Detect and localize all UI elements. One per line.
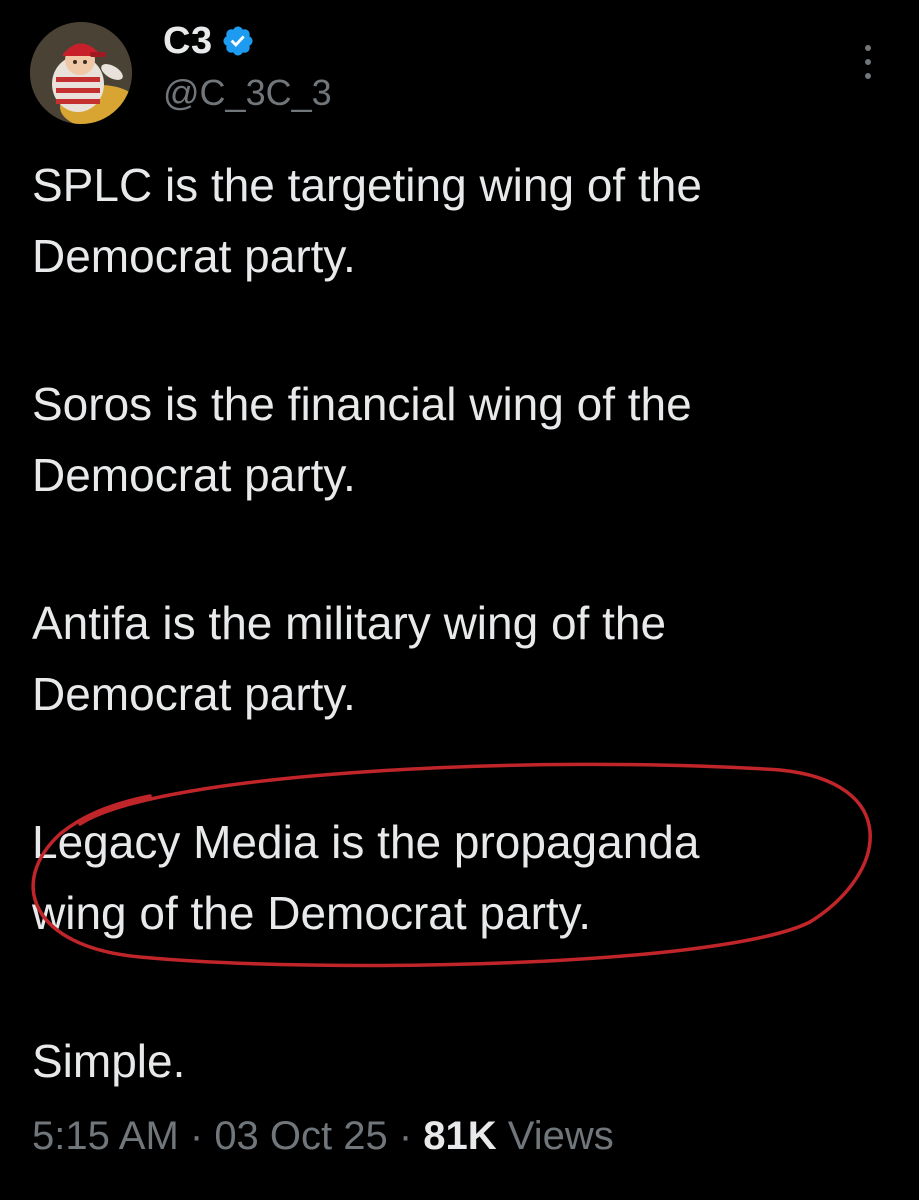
tweet-date[interactable]: 03 Oct 25 xyxy=(214,1114,387,1158)
tweet-text: SPLC is the targeting wing of the Democr… xyxy=(32,150,892,1097)
tweet-paragraph: SPLC is the targeting wing of the Democr… xyxy=(32,159,702,282)
tweet-paragraph: Simple. xyxy=(32,1035,186,1087)
views-count[interactable]: 81K xyxy=(423,1114,496,1158)
meta-separator: · xyxy=(178,1114,215,1158)
avatar-image xyxy=(30,22,132,124)
author-handle[interactable]: @C_3C_3 xyxy=(163,72,332,114)
author-name-row[interactable]: C3 xyxy=(163,16,255,66)
more-vertical-icon[interactable] xyxy=(855,40,881,84)
tweet: C3 @C_3C_3 SPLC is the targeting wing of… xyxy=(0,0,919,1200)
verified-badge-icon xyxy=(223,26,253,56)
meta-separator: · xyxy=(387,1114,424,1158)
tweet-paragraph: Soros is the financial wing of the Democ… xyxy=(32,378,692,501)
tweet-time[interactable]: 5:15 AM xyxy=(32,1114,179,1158)
author-display-name[interactable]: C3 xyxy=(163,20,213,63)
tweet-meta: 5:15 AM · 03 Oct 25 · 81K Views xyxy=(32,1114,614,1159)
tweet-paragraph-highlighted: Legacy Media is the propaganda wing of t… xyxy=(32,816,700,939)
tweet-paragraph: Antifa is the military wing of the Democ… xyxy=(32,597,667,720)
views-label: Views xyxy=(496,1114,614,1158)
avatar[interactable] xyxy=(30,22,132,124)
